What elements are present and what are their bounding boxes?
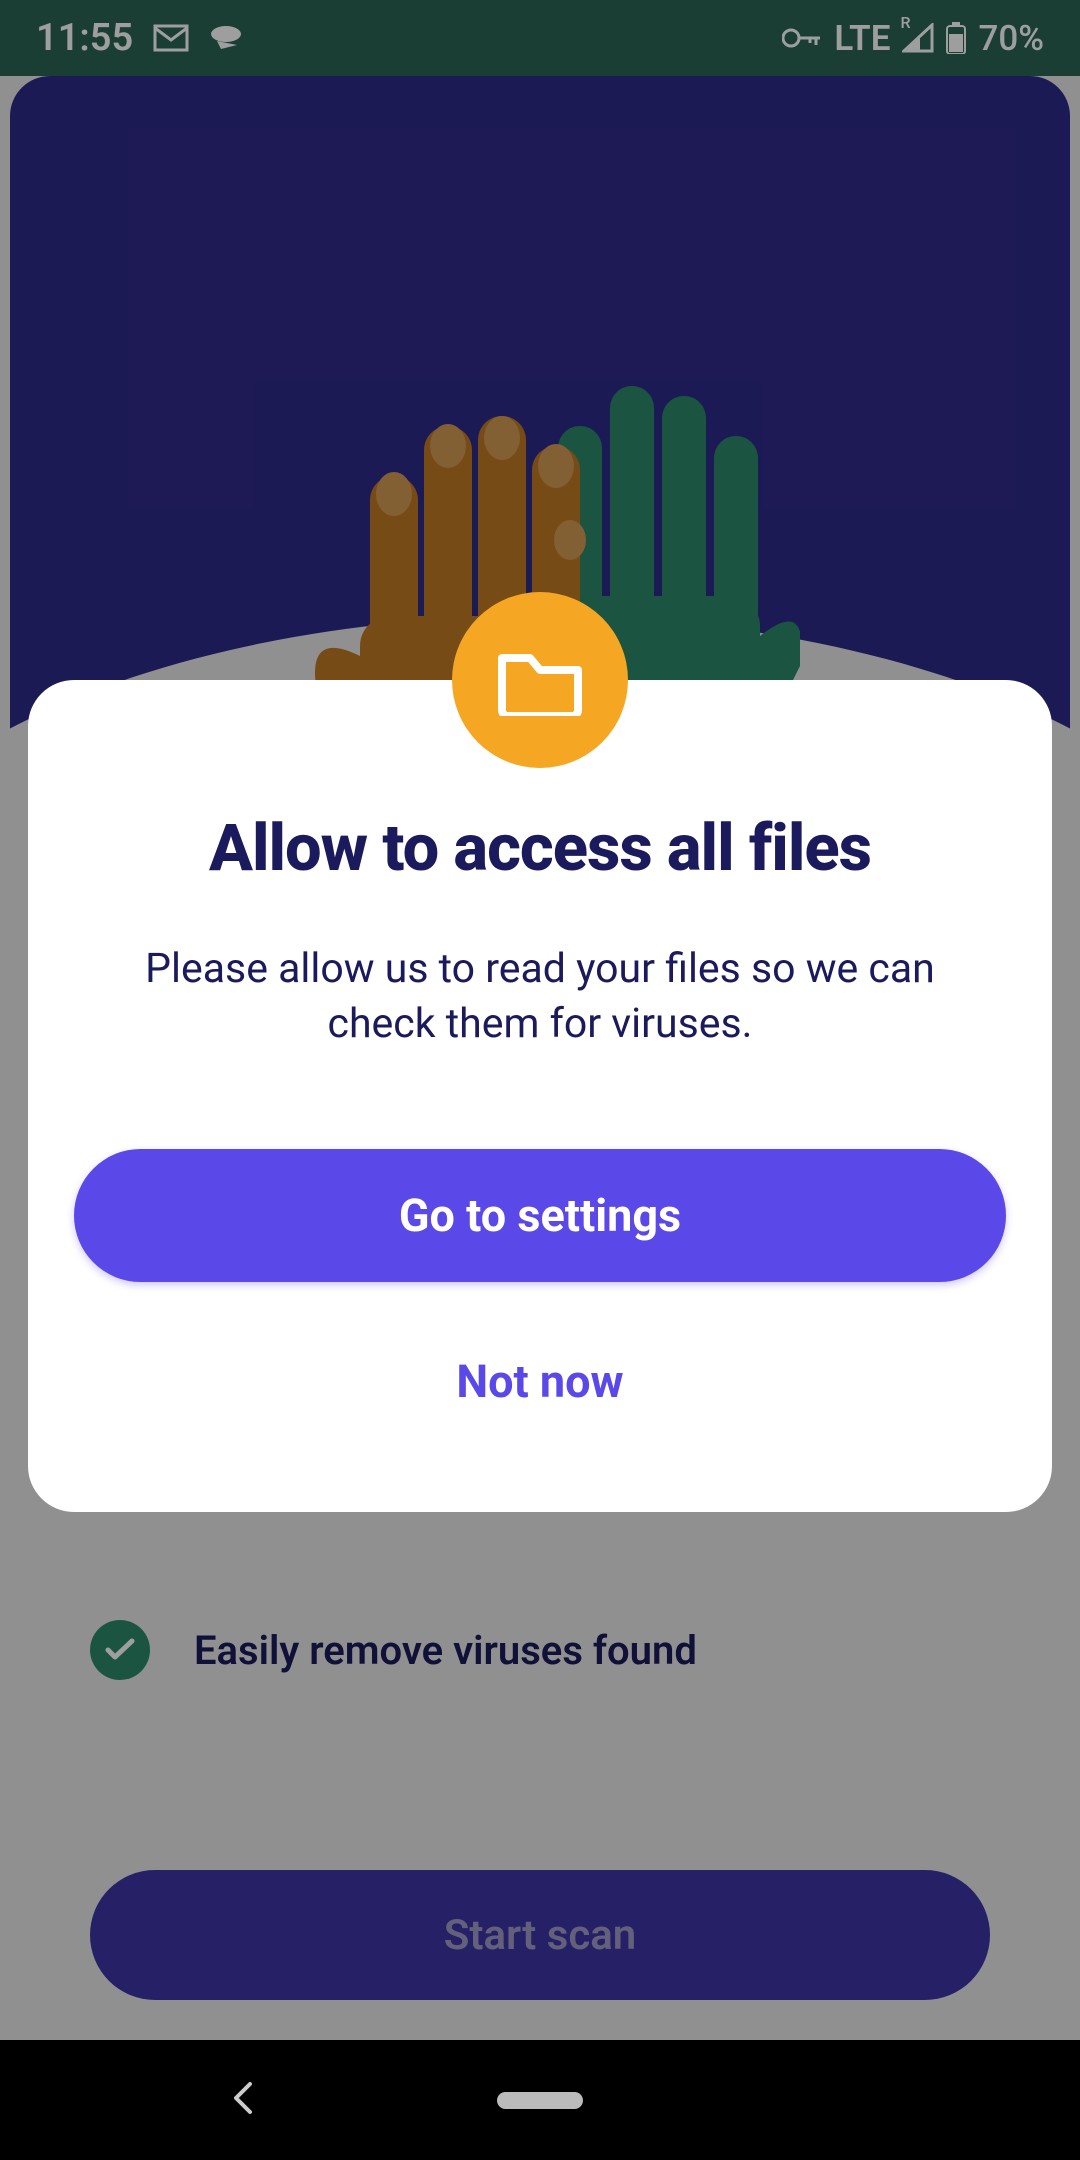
back-icon[interactable]: [230, 2080, 256, 2120]
go-to-settings-button[interactable]: Go to settings: [74, 1149, 1006, 1282]
not-now-button[interactable]: Not now: [74, 1332, 1006, 1432]
dialog-title: Allow to access all files: [74, 810, 1006, 886]
navigation-bar: [0, 2040, 1080, 2160]
home-pill[interactable]: [497, 2092, 583, 2109]
permission-dialog: Allow to access all files Please allow u…: [28, 680, 1052, 1512]
dialog-body: Please allow us to read your files so we…: [74, 942, 1006, 1053]
folder-icon: [452, 592, 628, 768]
secondary-button-label: Not now: [456, 1355, 623, 1408]
primary-button-label: Go to settings: [399, 1189, 681, 1242]
